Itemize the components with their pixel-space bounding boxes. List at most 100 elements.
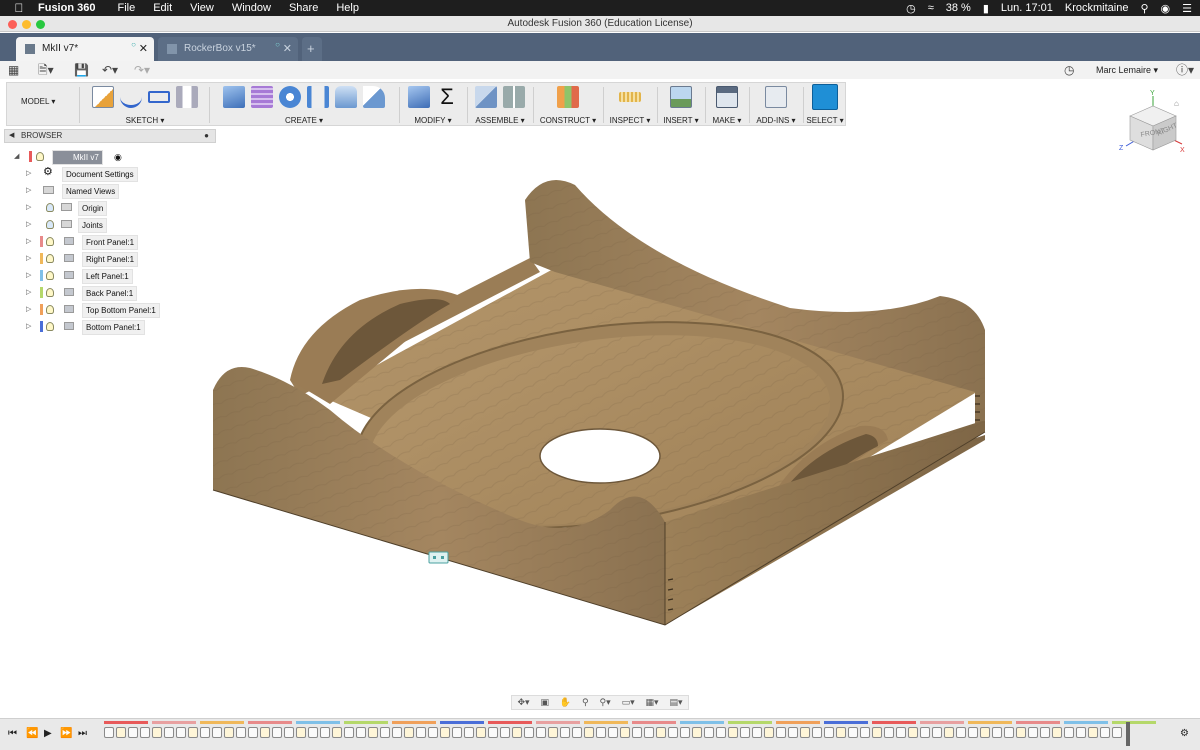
timeline-feature[interactable] (392, 727, 402, 738)
timeline-feature[interactable] (428, 727, 438, 738)
user-name[interactable]: Krockmitaine (1065, 2, 1129, 14)
job-status-icon[interactable]: ◷ (1064, 63, 1074, 77)
timeline-feature[interactable] (668, 727, 678, 738)
viewports-icon[interactable]: ▤▾ (669, 697, 682, 708)
timeline-feature[interactable] (128, 727, 138, 738)
extrude-icon[interactable] (223, 86, 245, 108)
account-menu[interactable]: Marc Lemaire ▾ (1096, 63, 1158, 77)
timeline-feature[interactable] (1016, 727, 1026, 738)
addins-menu[interactable]: ADD-INS ▾ (751, 116, 801, 125)
home-view-icon[interactable]: ⌂ (1174, 99, 1179, 108)
menu-window[interactable]: Window (232, 2, 271, 14)
timeline-feature[interactable] (320, 727, 330, 738)
loft-icon[interactable] (363, 86, 385, 108)
timeline-feature[interactable] (212, 727, 222, 738)
timeline-feature[interactable] (344, 727, 354, 738)
grid-icon[interactable]: ▦▾ (646, 697, 659, 708)
timeline-feature[interactable] (296, 727, 306, 738)
timeline-feature[interactable] (728, 727, 738, 738)
timeline-feature[interactable] (512, 727, 522, 738)
timeline-feature[interactable] (740, 727, 750, 738)
construct-menu[interactable]: CONSTRUCT ▾ (535, 116, 601, 125)
timeline-feature[interactable] (440, 727, 450, 738)
measure-icon[interactable] (619, 92, 641, 102)
timeline-start-icon[interactable]: ⏮ (8, 728, 17, 739)
timeline-feature[interactable] (608, 727, 618, 738)
timeline-feature[interactable] (416, 727, 426, 738)
center-hole[interactable] (539, 428, 661, 484)
timeline-feature[interactable] (752, 727, 762, 738)
timeline-feature[interactable] (116, 727, 126, 738)
select-icon[interactable] (812, 84, 838, 110)
arc-icon[interactable] (120, 86, 142, 108)
timeline-feature[interactable] (248, 727, 258, 738)
sweep-icon[interactable] (335, 86, 357, 108)
3d-print-icon[interactable] (716, 86, 738, 108)
menu-share[interactable]: Share (289, 2, 318, 14)
save-icon[interactable]: 💾 (74, 63, 89, 77)
apple-icon[interactable]:  (0, 1, 38, 15)
help-icon[interactable]: ⓘ▾ (1176, 63, 1194, 77)
wifi-icon[interactable]: ≈ (928, 2, 934, 14)
redo-icon[interactable]: ↷▾ (134, 63, 150, 77)
scripts-icon[interactable] (765, 86, 787, 108)
pattern-icon[interactable] (307, 86, 329, 108)
model-viewport[interactable] (0, 140, 1200, 700)
timeline-feature[interactable] (536, 727, 546, 738)
timeline-feature[interactable] (884, 727, 894, 738)
timeline-feature[interactable] (812, 727, 822, 738)
timeline-feature[interactable] (464, 727, 474, 738)
close-window-button[interactable] (8, 20, 17, 29)
workspace-switcher[interactable]: MODEL ▾ (21, 97, 55, 106)
timeline-feature[interactable] (920, 727, 930, 738)
timeline-feature[interactable] (404, 727, 414, 738)
timeline-back-icon[interactable]: ⏪ (26, 728, 38, 739)
timeline-feature[interactable] (1100, 727, 1110, 738)
siri-icon[interactable]: ◉ (1161, 2, 1171, 15)
timeline-feature[interactable] (1028, 727, 1038, 738)
file-menu-icon[interactable]: 🗎▾ (38, 63, 54, 77)
timeline-feature[interactable] (560, 727, 570, 738)
battery-text[interactable]: 38 % (946, 2, 971, 14)
timeline-settings-icon[interactable]: ⚙ (1180, 728, 1189, 739)
data-panel-icon[interactable]: ▦ (8, 63, 19, 77)
timeline-feature[interactable] (140, 727, 150, 738)
timeline-feature[interactable] (380, 727, 390, 738)
timeline-feature[interactable] (704, 727, 714, 738)
timeline-feature[interactable] (152, 727, 162, 738)
move-icon[interactable] (279, 86, 301, 108)
search-icon[interactable]: ⚲ (1140, 2, 1148, 15)
timeline-feature[interactable] (524, 727, 534, 738)
timeline-feature[interactable] (1112, 727, 1122, 738)
zoom-icon[interactable]: ⚲ (582, 697, 589, 708)
close-tab-icon[interactable]: ✕ (283, 37, 292, 61)
timeline-feature[interactable] (620, 727, 630, 738)
timeline-feature[interactable] (104, 727, 114, 738)
undo-icon[interactable]: ↶▾ (102, 63, 118, 77)
fit-icon[interactable]: ⚲▾ (600, 697, 611, 708)
timeline-feature[interactable] (164, 727, 174, 738)
press-pull-icon[interactable] (408, 86, 430, 108)
timeline-feature[interactable] (644, 727, 654, 738)
look-at-icon[interactable]: ▣ (540, 697, 549, 708)
timeline-feature[interactable] (908, 727, 918, 738)
battery-icon[interactable]: ▮ (983, 2, 989, 15)
timeline-feature[interactable] (272, 727, 282, 738)
timeline-feature[interactable] (200, 727, 210, 738)
timeline-feature[interactable] (260, 727, 270, 738)
timeline-feature[interactable] (944, 727, 954, 738)
inspect-menu[interactable]: INSPECT ▾ (605, 116, 655, 125)
timeline-play-icon[interactable]: ▶ (44, 728, 52, 739)
timeline-feature[interactable] (956, 727, 966, 738)
menu-help[interactable]: Help (336, 2, 359, 14)
timeline-feature[interactable] (764, 727, 774, 738)
timeline-feature[interactable] (224, 727, 234, 738)
timeline-feature[interactable] (332, 727, 342, 738)
app-menu[interactable]: Fusion 360 (38, 2, 95, 14)
timeline-feature[interactable] (824, 727, 834, 738)
timeline-feature[interactable] (872, 727, 882, 738)
timeline-feature[interactable] (452, 727, 462, 738)
menu-file[interactable]: File (117, 2, 135, 14)
timeline-feature[interactable] (992, 727, 1002, 738)
timeline-end-icon[interactable]: ⏭ (78, 728, 87, 739)
